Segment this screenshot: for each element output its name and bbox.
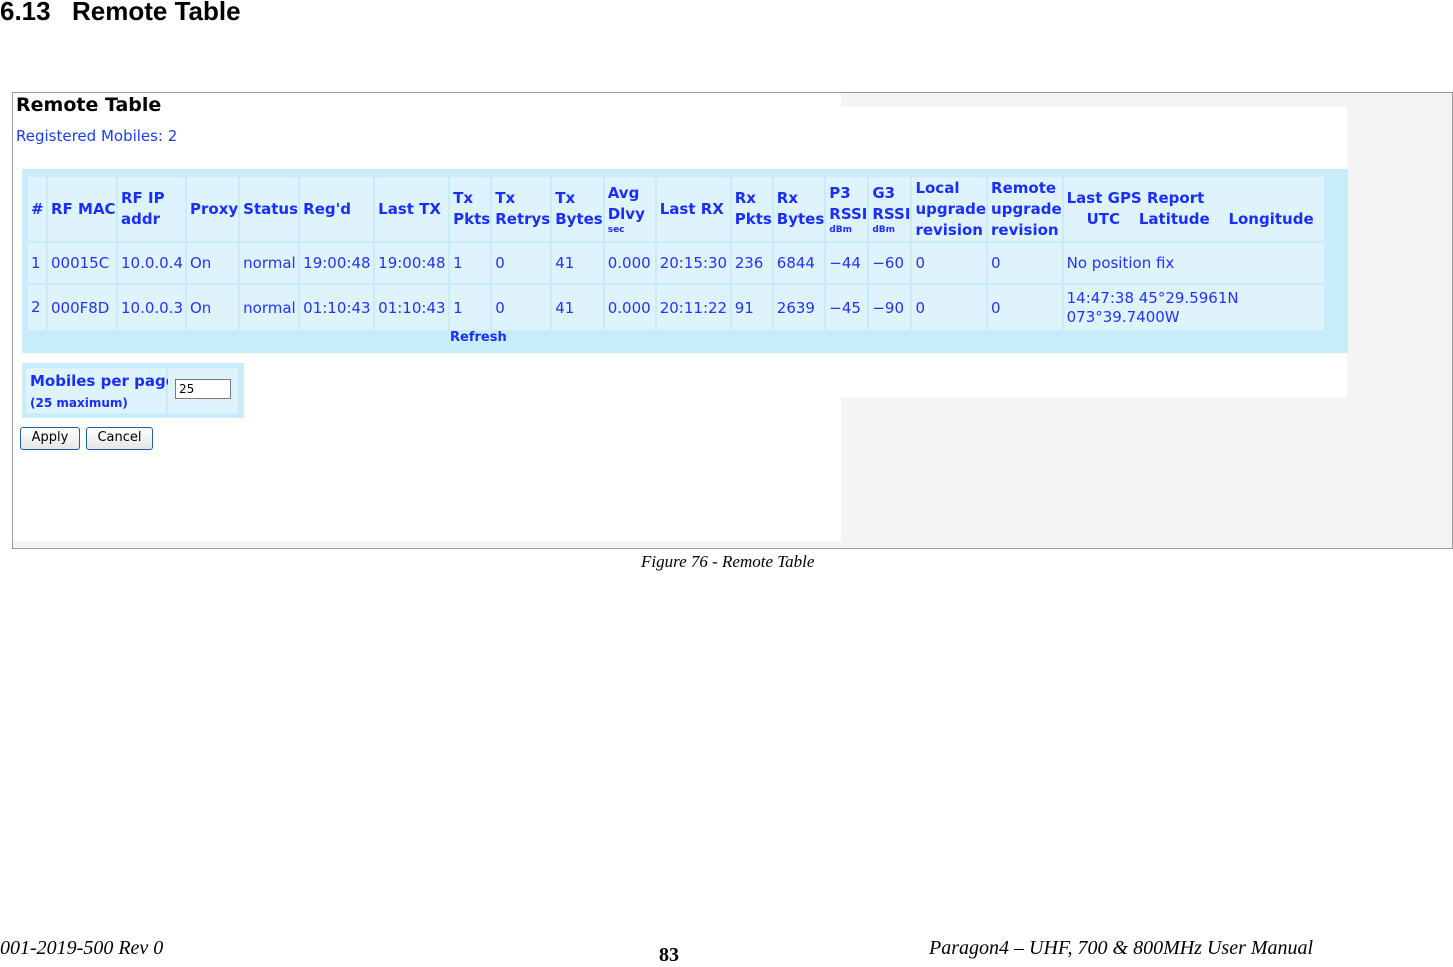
cell-gps: 14:47:38 45°29.5961N 073°39.7400W bbox=[1063, 285, 1324, 330]
cell-last-rx: 20:11:22 bbox=[656, 285, 730, 330]
mobiles-per-page-input-cell bbox=[168, 368, 238, 413]
col-header-rf-mac: RF MAC bbox=[48, 177, 116, 241]
cell-rf-ip: 10.0.0.4 bbox=[118, 243, 185, 283]
table-row: 2 000F8D 10.0.0.3 On normal 01:10:43 01:… bbox=[28, 285, 1324, 330]
col-header-rf-ip: RF IP addr bbox=[118, 177, 185, 241]
mobiles-per-page-input[interactable] bbox=[175, 379, 231, 399]
cell-avg-dlvy: 0.000 bbox=[604, 243, 655, 283]
cell-proxy: On bbox=[187, 285, 239, 330]
cell-proxy: On bbox=[187, 243, 239, 283]
cell-tx-retrys: 0 bbox=[492, 243, 551, 283]
col-header-gps: Last GPS Report UTC Latitude Longitude bbox=[1063, 177, 1324, 241]
col-header-remote-upgrade: Remote upgrade revision bbox=[988, 177, 1062, 241]
mobiles-per-page-note: (25 maximum) bbox=[30, 396, 128, 410]
page-title: Remote Table bbox=[16, 94, 162, 116]
col-header-rx-pkts: Rx Pkts bbox=[731, 177, 772, 241]
cell-g3-rssi: −90 bbox=[869, 285, 911, 330]
mobiles-per-page-panel: Mobiles per page (25 maximum) bbox=[22, 363, 244, 418]
cell-regd: 19:00:48 bbox=[300, 243, 374, 283]
registered-mobiles: Registered Mobiles: 2 bbox=[16, 127, 178, 145]
cell-rx-bytes: 2639 bbox=[773, 285, 825, 330]
cell-g3-rssi: −60 bbox=[869, 243, 911, 283]
section-title: Remote Table bbox=[72, 0, 241, 26]
col-header-p3-rssi: P3 RSSI dBm bbox=[826, 177, 868, 241]
section-number: 6.13 bbox=[0, 0, 51, 26]
col-header-tx-pkts: Tx Pkts bbox=[450, 177, 491, 241]
cancel-button[interactable]: Cancel bbox=[86, 427, 153, 450]
refresh-link[interactable]: Refresh bbox=[450, 330, 507, 345]
remote-table: # RF MAC RF IP addr Proxy Status Reg'd La… bbox=[26, 175, 1326, 332]
cell-gps: No position fix bbox=[1063, 243, 1324, 283]
cell-avg-dlvy: 0.000 bbox=[604, 285, 655, 330]
col-header-regd: Reg'd bbox=[300, 177, 374, 241]
apply-button[interactable]: Apply bbox=[20, 427, 80, 450]
footer-page-number: 83 bbox=[659, 944, 679, 966]
section-heading: 6.13 Remote Table bbox=[0, 0, 241, 27]
cell-tx-bytes: 41 bbox=[552, 243, 603, 283]
cell-tx-bytes: 41 bbox=[552, 285, 603, 330]
col-header-num: # bbox=[28, 177, 46, 241]
cell-remote-upgrade: 0 bbox=[988, 243, 1062, 283]
cell-p3-rssi: −45 bbox=[826, 285, 868, 330]
cell-num: 2 bbox=[28, 285, 46, 330]
col-header-last-tx: Last TX bbox=[375, 177, 449, 241]
cell-tx-retrys: 0 bbox=[492, 285, 551, 330]
table-row: 1 00015C 10.0.0.4 On normal 19:00:48 19:… bbox=[28, 243, 1324, 283]
cell-remote-upgrade: 0 bbox=[988, 285, 1062, 330]
mobiles-per-page-label: Mobiles per page bbox=[30, 372, 176, 390]
figure-screenshot: Remote Table Registered Mobiles: 2 # RF … bbox=[12, 92, 1453, 549]
col-header-proxy: Proxy bbox=[187, 177, 239, 241]
col-header-avg-dlvy: Avg Dlvy sec bbox=[604, 177, 655, 241]
col-header-tx-bytes: Tx Bytes bbox=[552, 177, 603, 241]
figure-caption: Figure 76 - Remote Table bbox=[641, 552, 815, 571]
cell-rf-mac: 00015C bbox=[48, 243, 116, 283]
cell-last-tx: 19:00:48 bbox=[375, 243, 449, 283]
cell-local-upgrade: 0 bbox=[912, 285, 987, 330]
footer-doc-number: 001-2019-500 Rev 0 bbox=[0, 937, 164, 959]
cell-regd: 01:10:43 bbox=[300, 285, 374, 330]
cell-last-rx: 20:15:30 bbox=[656, 243, 730, 283]
footer-manual-title: Paragon4 – UHF, 700 & 800MHz User Manual bbox=[929, 937, 1314, 959]
remote-table-container: # RF MAC RF IP addr Proxy Status Reg'd La… bbox=[22, 169, 1348, 353]
table-header-row: # RF MAC RF IP addr Proxy Status Reg'd La… bbox=[28, 177, 1324, 241]
col-header-local-upgrade: Local upgrade revision bbox=[912, 177, 987, 241]
cell-last-tx: 01:10:43 bbox=[375, 285, 449, 330]
cell-tx-pkts: 1 bbox=[450, 243, 491, 283]
cell-local-upgrade: 0 bbox=[912, 243, 987, 283]
page-background-strip bbox=[13, 541, 841, 548]
cell-rf-mac: 000F8D bbox=[48, 285, 116, 330]
cell-rx-pkts: 236 bbox=[731, 243, 772, 283]
cell-p3-rssi: −44 bbox=[826, 243, 868, 283]
col-header-status: Status bbox=[240, 177, 299, 241]
cell-rx-bytes: 6844 bbox=[773, 243, 825, 283]
cell-rf-ip: 10.0.0.3 bbox=[118, 285, 185, 330]
cell-status: normal bbox=[240, 243, 299, 283]
col-header-last-rx: Last RX bbox=[656, 177, 730, 241]
col-header-rx-bytes: Rx Bytes bbox=[773, 177, 825, 241]
col-header-tx-retrys: Tx Retrys bbox=[492, 177, 551, 241]
cell-num: 1 bbox=[28, 243, 46, 283]
cell-tx-pkts: 1 bbox=[450, 285, 491, 330]
col-header-g3-rssi: G3 RSSI dBm bbox=[869, 177, 911, 241]
mobiles-per-page-label-cell: Mobiles per page (25 maximum) bbox=[26, 368, 176, 413]
cell-rx-pkts: 91 bbox=[731, 285, 772, 330]
cell-status: normal bbox=[240, 285, 299, 330]
